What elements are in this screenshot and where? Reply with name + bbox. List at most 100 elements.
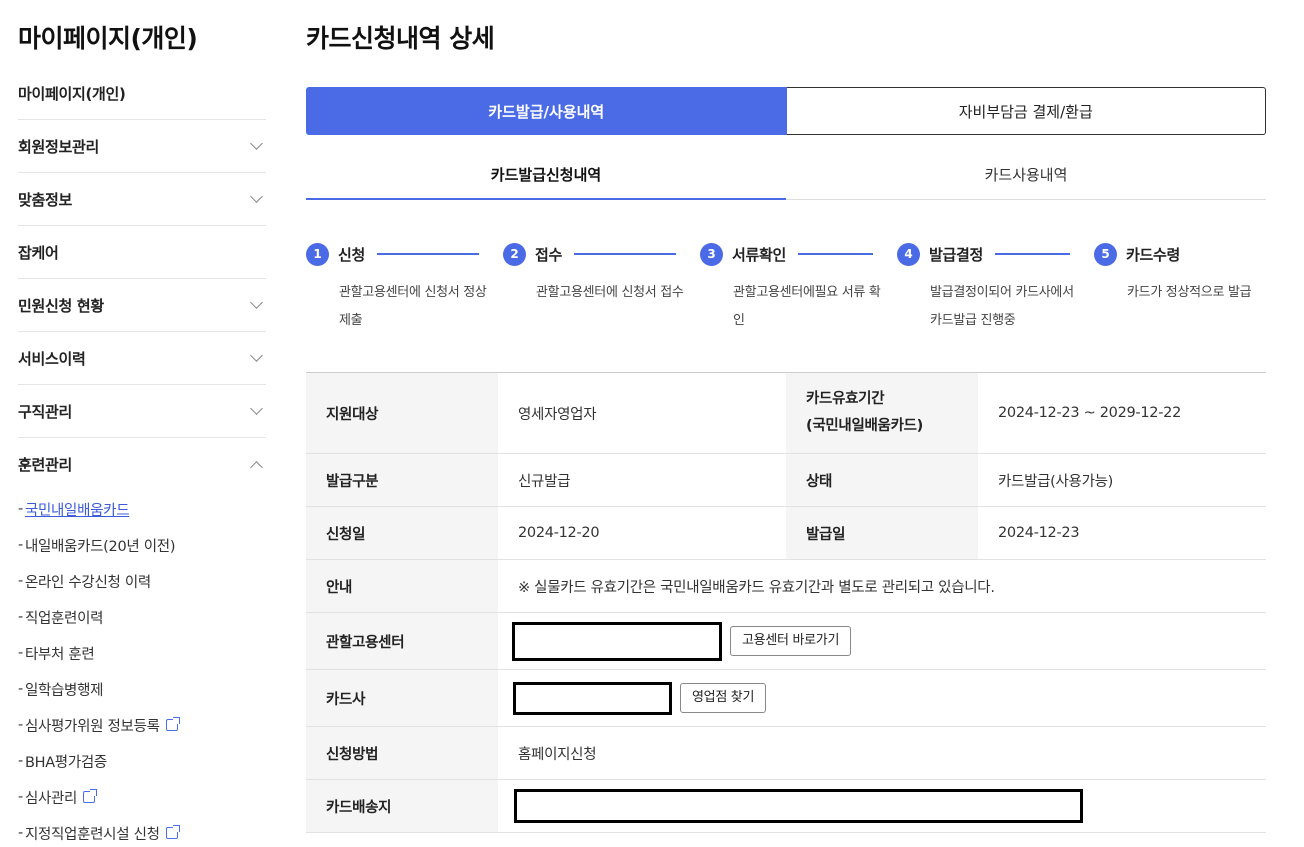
external-link-icon xyxy=(165,825,180,839)
step-3: 3 서류확인 관할고용센터에필요 서류 확인 xyxy=(700,241,897,335)
submenu-item-label: 심사관리 xyxy=(24,790,78,807)
submenu-item-review-manage[interactable]: - 심사관리 xyxy=(18,779,266,815)
step-number: 1 xyxy=(306,242,329,266)
chevron-down-icon xyxy=(250,137,263,150)
sidebar-item-label: 맞춤정보 xyxy=(18,190,73,209)
submenu-item-label: BHA평가검증 xyxy=(24,754,107,771)
step-description: 관할고용센터에 신청서 정상제출 xyxy=(339,285,487,328)
step-2: 2 접수 관할고용센터에 신청서 접수 xyxy=(503,241,700,307)
sidebar-item-custom-info[interactable]: 맞춤정보 xyxy=(18,173,266,226)
card-info-table: 지원대상 영세자영업자 카드유효기간 (국민내일배움카드) 2024-12-23… xyxy=(306,372,1266,833)
label-address: 카드배송지 xyxy=(306,779,498,833)
sub-tabs: 카드발급신청내역 카드사용내역 xyxy=(306,150,1266,200)
submenu-item-label: 내일배움카드(20년 이전) xyxy=(24,538,176,555)
sidebar-item-mypage[interactable]: 마이페이지(개인) xyxy=(18,67,266,120)
value-card-company: 영업점 찾기 xyxy=(498,669,1266,727)
sidebar-item-label: 구직관리 xyxy=(18,402,73,421)
label-validity-line2: (국민내일배움카드) xyxy=(806,418,923,434)
submenu-item-facility-apply[interactable]: - 지정직업훈련시설 신청 xyxy=(18,815,266,847)
table-row: 관할고용센터 고용센터 바로가기 xyxy=(306,612,1266,670)
submenu-item-label: 지정직업훈련시설 신청 xyxy=(24,826,160,843)
main-tabs: 카드발급/사용내역 자비부담금 결제/환급 xyxy=(306,87,1266,135)
label-apply-date: 신청일 xyxy=(306,506,498,560)
tab-card-issue-usage[interactable]: 카드발급/사용내역 xyxy=(306,87,787,135)
sidebar-item-label: 훈련관리 xyxy=(18,456,73,474)
submenu-item-evaluator-register[interactable]: - 심사평가위원 정보등록 xyxy=(18,707,266,743)
sidebar-item-label: 잡케어 xyxy=(18,243,59,262)
submenu-item-other-ministry[interactable]: - 타부처 훈련 xyxy=(18,635,266,671)
sidebar-item-job-seeking[interactable]: 구직관리 xyxy=(18,385,266,438)
table-row: 신청방법 홈페이지신청 xyxy=(306,726,1266,780)
sidebar-item-civil-status[interactable]: 민원신청 현황 xyxy=(18,279,266,332)
step-connector xyxy=(798,253,873,255)
submenu-item-online-enroll[interactable]: - 온라인 수강신청 이력 xyxy=(18,563,266,599)
redacted-field xyxy=(512,621,722,661)
sidebar-menu: 마이페이지(개인) 회원정보관리 맞춤정보 잡케어 민원신청 현황 서비스이력 … xyxy=(18,67,266,847)
subtab-usage-history[interactable]: 카드사용내역 xyxy=(786,150,1266,199)
employment-center-link-button[interactable]: 고용센터 바로가기 xyxy=(730,626,852,656)
step-number: 3 xyxy=(700,242,723,266)
step-4: 4 발급결정 발급결정이되어 카드사에서 카드발급 진행중 xyxy=(897,241,1094,335)
step-name: 서류확인 xyxy=(732,245,787,264)
step-description: 관할고용센터에필요 서류 확인 xyxy=(733,285,881,328)
label-validity: 카드유효기간 (국민내일배움카드) xyxy=(786,372,978,454)
chevron-down-icon xyxy=(250,296,263,309)
table-row: 안내 ※ 실물카드 유효기간은 국민내일배움카드 유효기간과 별도로 관리되고 … xyxy=(306,559,1266,613)
dash: - xyxy=(18,645,23,661)
step-name: 접수 xyxy=(535,245,563,264)
training-submenu: - 국민내일배움카드 - 내일배움카드(20년 이전) - 온라인 수강신청 이력 -… xyxy=(18,491,266,847)
sidebar-item-label: 서비스이력 xyxy=(18,349,86,368)
step-description: 발급결정이되어 카드사에서 카드발급 진행중 xyxy=(930,285,1074,328)
label-method: 신청방법 xyxy=(306,726,498,780)
step-connector xyxy=(377,253,479,255)
step-1: 1 신청 관할고용센터에 신청서 정상제출 xyxy=(306,241,503,335)
table-row: 카드배송지 xyxy=(306,779,1266,833)
sidebar-item-training[interactable]: 훈련관리 xyxy=(18,438,266,491)
sidebar-item-jobcare[interactable]: 잡케어 xyxy=(18,226,266,279)
chevron-down-icon xyxy=(250,349,263,362)
value-validity: 2024-12-23 ~ 2029-12-22 xyxy=(978,372,1266,454)
value-issue-type: 신규발급 xyxy=(498,453,786,507)
step-5: 5 카드수령 카드가 정상적으로 발급 xyxy=(1094,241,1266,307)
step-name: 신청 xyxy=(338,245,366,264)
step-name: 발급결정 xyxy=(929,245,984,264)
dash: - xyxy=(18,501,23,517)
value-issue-date: 2024-12-23 xyxy=(978,506,1266,560)
submenu-item-training-history[interactable]: - 직업훈련이력 xyxy=(18,599,266,635)
redacted-field xyxy=(514,789,1083,823)
sidebar-item-label: 회원정보관리 xyxy=(18,137,100,156)
dash: - xyxy=(18,573,23,589)
label-card-company: 카드사 xyxy=(306,669,498,727)
find-branch-button[interactable]: 영업점 찾기 xyxy=(680,683,767,713)
tab-self-pay[interactable]: 자비부담금 결제/환급 xyxy=(786,87,1266,135)
submenu-item-national-card[interactable]: - 국민내일배움카드 xyxy=(18,491,266,527)
chevron-down-icon xyxy=(250,402,263,415)
submenu-item-old-card[interactable]: - 내일배움카드(20년 이전) xyxy=(18,527,266,563)
dash: - xyxy=(18,717,23,733)
dash: - xyxy=(18,789,23,805)
label-status: 상태 xyxy=(786,453,978,507)
submenu-item-label: 심사평가위원 정보등록 xyxy=(24,718,160,735)
redacted-field xyxy=(513,681,672,715)
dash: - xyxy=(18,681,23,697)
label-center: 관할고용센터 xyxy=(306,612,498,670)
submenu-item-label: 타부처 훈련 xyxy=(24,646,95,663)
submenu-item-label[interactable]: 국민내일배움카드 xyxy=(25,499,130,520)
dash: - xyxy=(18,537,23,553)
sidebar-item-member-info[interactable]: 회원정보관리 xyxy=(18,120,266,173)
value-notice: ※ 실물카드 유효기간은 국민내일배움카드 유효기간과 별도로 관리되고 있습니… xyxy=(498,559,1266,613)
sidebar-item-service-history[interactable]: 서비스이력 xyxy=(18,332,266,385)
dash: - xyxy=(18,825,23,841)
table-row: 발급구분 신규발급 상태 카드발급(사용가능) xyxy=(306,453,1266,507)
label-target: 지원대상 xyxy=(306,372,498,454)
value-status: 카드발급(사용가능) xyxy=(978,453,1266,507)
subtab-issue-history[interactable]: 카드발급신청내역 xyxy=(306,150,786,200)
table-row: 신청일 2024-12-20 발급일 2024-12-23 xyxy=(306,506,1266,560)
page-title: 카드신청내역 상세 xyxy=(306,24,495,53)
value-apply-date: 2024-12-20 xyxy=(498,506,786,560)
value-center: 고용센터 바로가기 xyxy=(498,612,1266,670)
submenu-item-bha[interactable]: - BHA평가검증 xyxy=(18,743,266,779)
step-connector xyxy=(574,253,676,255)
label-notice: 안내 xyxy=(306,559,498,613)
submenu-item-work-study[interactable]: - 일학습병행제 xyxy=(18,671,266,707)
